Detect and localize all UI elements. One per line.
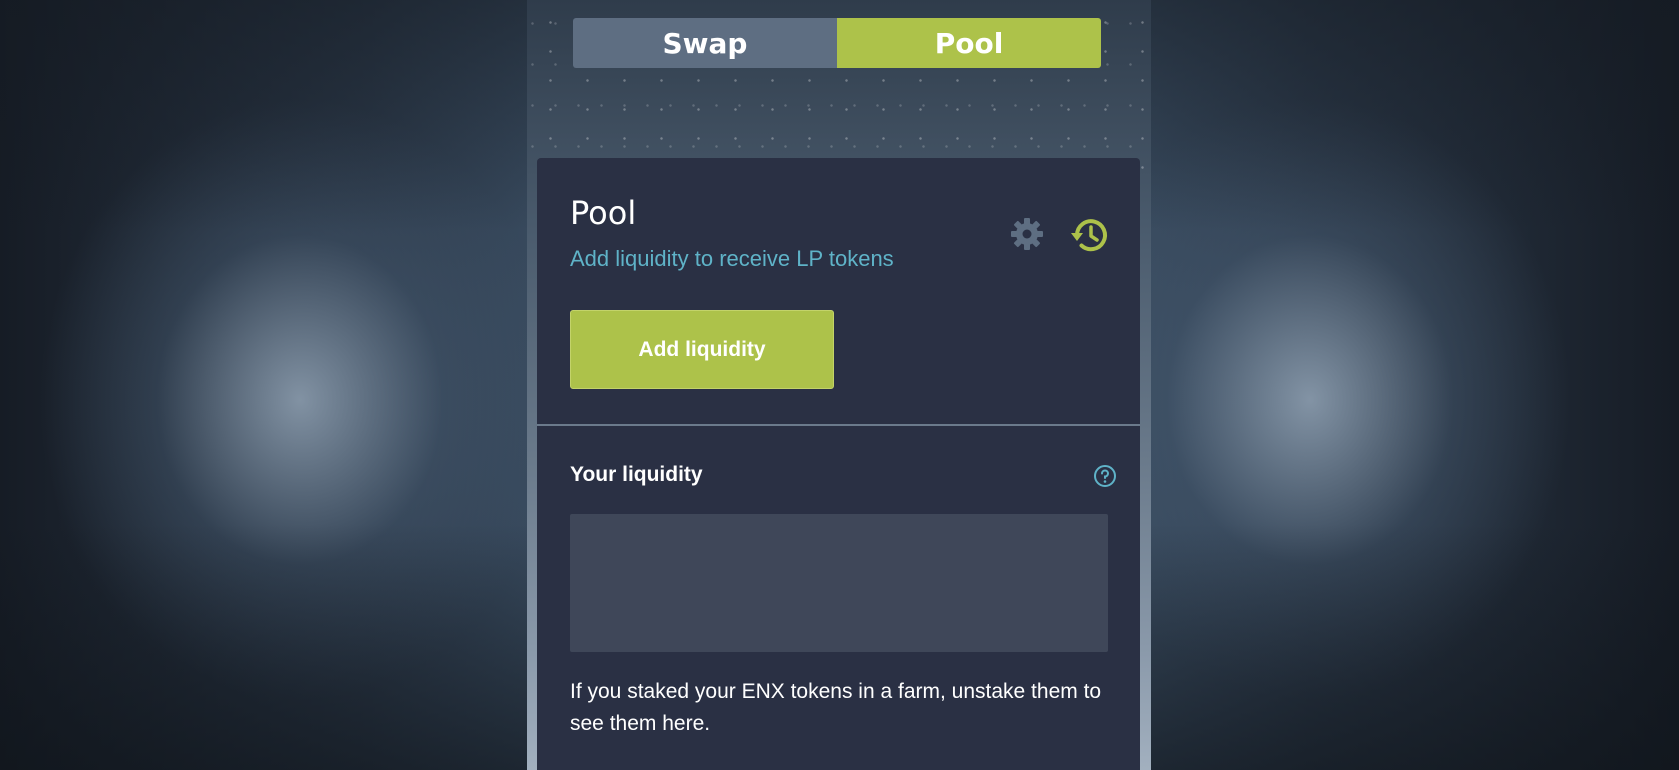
swap-pool-tabs: Swap Pool (573, 18, 1101, 68)
tab-pool[interactable]: Pool (837, 18, 1101, 68)
section-divider (537, 424, 1140, 426)
gear-icon[interactable] (1009, 216, 1045, 252)
pool-subtitle: Add liquidity to receive LP tokens (570, 246, 894, 271)
app-viewport: Swap Pool Pool Add liquidity to receive … (527, 0, 1151, 770)
tab-swap[interactable]: Swap (573, 18, 837, 68)
add-liquidity-button[interactable]: Add liquidity (570, 310, 834, 389)
help-circle-icon[interactable] (1093, 464, 1117, 488)
history-icon[interactable] (1069, 214, 1111, 256)
staked-tokens-note: If you staked your ENX tokens in a farm,… (570, 680, 1102, 735)
liquidity-list-placeholder (570, 514, 1108, 652)
pool-card: Pool Add liquidity to receive LP tokens (537, 158, 1140, 770)
page-title: Pool (570, 194, 637, 232)
your-liquidity-heading: Your liquidity (570, 463, 703, 486)
